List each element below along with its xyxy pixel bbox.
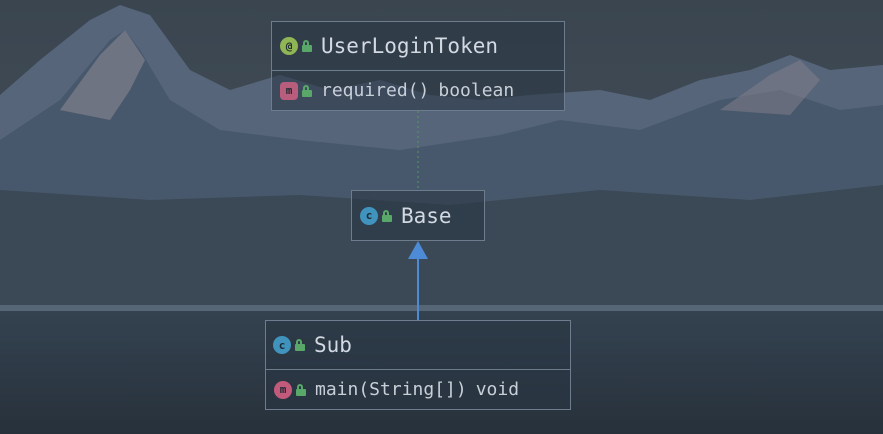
diagram-canvas: @ UserLoginToken m required() boolean c … [0,0,883,434]
node-sub[interactable]: c Sub m main(String[]) void [265,320,571,410]
member-type: boolean [438,80,515,101]
public-visibility-icon [295,383,307,396]
node-userlogintoken[interactable]: @ UserLoginToken m required() boolean [271,21,565,111]
public-visibility-icon [381,209,393,222]
public-visibility-icon [294,339,306,351]
member-row[interactable]: m required() boolean [272,70,564,110]
annotation-icon: @ [280,37,298,55]
node-name: Base [401,203,452,228]
member-row[interactable]: m main(String[]) void [266,369,570,409]
member-type: void [475,379,520,400]
node-base[interactable]: c Base [351,190,485,241]
node-name: UserLoginToken [321,34,499,58]
runnable-class-icon: c [273,336,291,354]
public-visibility-icon [301,40,313,52]
extends-arrowhead [408,241,428,259]
node-header: c Sub [266,321,570,369]
method-abstract-icon: m [280,81,298,100]
public-visibility-icon [301,84,313,97]
member-signature: required() [321,80,430,101]
class-icon: c [360,206,378,225]
member-signature: main(String[]) [315,379,467,400]
node-header: @ UserLoginToken [272,22,564,70]
static-method-icon: m [274,380,292,399]
node-header: c Base [352,191,484,240]
node-name: Sub [314,333,352,357]
